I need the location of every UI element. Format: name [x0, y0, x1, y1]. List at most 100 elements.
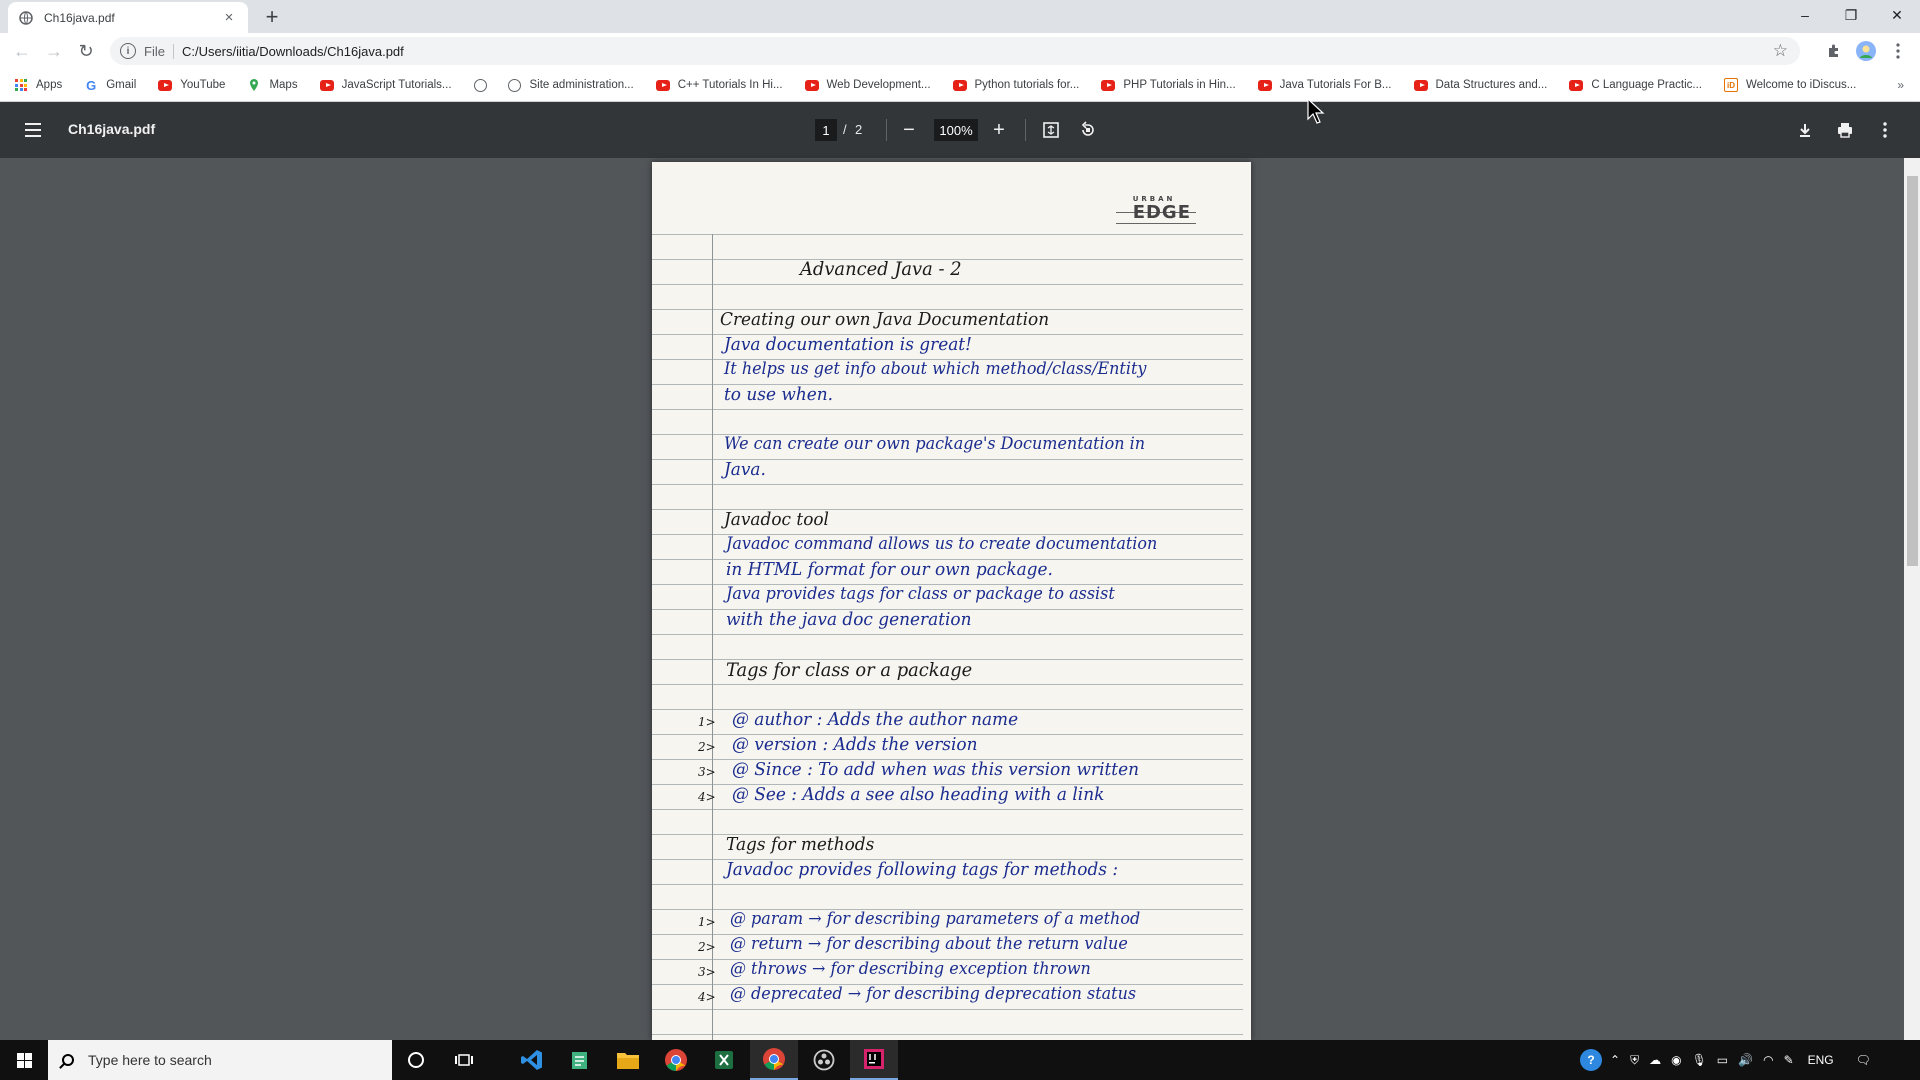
help-icon[interactable]: ? [1580, 1049, 1602, 1071]
fit-page-icon[interactable] [1039, 118, 1063, 142]
menu-icon[interactable] [25, 123, 41, 137]
file-explorer-icon[interactable] [604, 1040, 652, 1080]
extensions-icon[interactable] [1820, 38, 1848, 64]
tab-active[interactable]: Ch16java.pdf × [8, 2, 248, 33]
url-text[interactable]: C:/Users/iitia/Downloads/Ch16java.pdf [182, 44, 404, 59]
globe-icon [508, 78, 522, 92]
notebook-rule-line [652, 634, 1243, 635]
taskbar-search-box[interactable]: Type here to search [48, 1040, 392, 1080]
profile-avatar[interactable] [1852, 38, 1880, 64]
browser-menu-icon[interactable] [1884, 38, 1912, 64]
volume-icon[interactable]: 🔊 [1738, 1053, 1753, 1067]
chrome-active-icon[interactable] [750, 1040, 798, 1080]
youtube-icon [1257, 78, 1272, 92]
note-line: Javadoc provides following tags for meth… [726, 859, 1119, 880]
language-indicator[interactable]: ENG [1808, 1053, 1834, 1067]
address-bar[interactable]: i File C:/Users/iitia/Downloads/Ch16java… [110, 37, 1800, 65]
security-icon[interactable]: ⛨ [1630, 1053, 1639, 1068]
microphone-icon[interactable]: 🎙 [1692, 1053, 1707, 1067]
download-icon[interactable] [1793, 118, 1817, 142]
bookmark-web-development[interactable]: Web Development... [804, 78, 931, 92]
note-line: with the java doc generation [726, 609, 972, 630]
notebook-rule-line [652, 1034, 1243, 1035]
excel-icon[interactable] [700, 1040, 748, 1080]
list-number: 3> [698, 765, 716, 779]
tab-strip: Ch16java.pdf × + – ❐ ✕ [0, 0, 1920, 33]
note-line: @ version : Adds the version [732, 734, 978, 755]
onedrive-icon[interactable]: ☁ [1649, 1053, 1661, 1067]
note-line: @ deprecated → for describing deprecatio… [730, 984, 1137, 1004]
youtube-icon [1413, 78, 1428, 92]
bookmark-c-language[interactable]: C Language Practic... [1569, 78, 1702, 92]
close-window-button[interactable]: ✕ [1874, 0, 1920, 30]
page-number-input[interactable]: 1 [815, 119, 837, 141]
google-icon: G [86, 77, 97, 93]
note-line: @ param → for describing parameters of a… [730, 909, 1141, 929]
bookmark-idiscuss[interactable]: iD Welcome to iDiscus... [1723, 78, 1856, 92]
back-button[interactable]: ← [8, 38, 36, 64]
new-tab-button[interactable]: + [258, 3, 286, 31]
restore-button[interactable]: ❐ [1828, 0, 1874, 30]
zoom-level-input[interactable]: 100% [934, 119, 978, 141]
pdf-page: URBAN EDGE Advanced Java - 2 Creating ou… [652, 162, 1251, 1040]
note-title: Advanced Java - 2 [800, 258, 962, 280]
chrome-tray-icon[interactable]: ◉ [1671, 1053, 1681, 1067]
bookmark-data-structures[interactable]: Data Structures and... [1413, 78, 1547, 92]
tab-close-icon[interactable]: × [220, 9, 238, 26]
bookmark-star-icon[interactable]: ☆ [1773, 41, 1788, 61]
bookmark-cpp-tutorials[interactable]: C++ Tutorials In Hi... [655, 78, 783, 92]
notebook-rule-line [652, 884, 1243, 885]
notebook-rule-line [652, 1009, 1243, 1010]
search-placeholder: Type here to search [88, 1052, 212, 1068]
intellij-icon[interactable] [850, 1040, 898, 1080]
forward-button[interactable]: → [40, 38, 68, 64]
pen-icon[interactable]: ✎ [1784, 1053, 1794, 1067]
chrome-icon[interactable] [652, 1040, 700, 1080]
zoom-out-button[interactable]: − [897, 118, 921, 142]
task-view-icon[interactable] [440, 1040, 488, 1080]
bookmark-java-tutorials[interactable]: Java Tutorials For B... [1257, 78, 1392, 92]
bookmark-globe[interactable] [474, 78, 496, 92]
apps-grid-icon [14, 78, 28, 92]
wifi-icon[interactable]: ◠ [1763, 1053, 1773, 1067]
bookmark-php-tutorials[interactable]: PHP Tutorials in Hin... [1101, 78, 1236, 92]
bookmark-python-tutorials[interactable]: Python tutorials for... [952, 78, 1079, 92]
list-number: 4> [698, 790, 716, 804]
idiscuss-icon: iD [1723, 78, 1738, 92]
rotate-icon[interactable] [1076, 118, 1100, 142]
bookmark-gmail[interactable]: G Gmail [84, 77, 136, 93]
more-options-icon[interactable] [1873, 118, 1897, 142]
tray-expand-icon[interactable]: ⌃ [1610, 1053, 1620, 1067]
bookmarks-bar: Apps G Gmail YouTube Maps JavaScript Tut… [0, 69, 1920, 102]
print-icon[interactable] [1833, 118, 1857, 142]
battery-icon[interactable]: ▭ [1717, 1053, 1728, 1067]
bookmarks-overflow-icon[interactable]: » [1897, 78, 1904, 92]
windows-start-button[interactable] [0, 1040, 48, 1080]
tab-title: Ch16java.pdf [44, 10, 115, 25]
bookmark-javascript-tutorials[interactable]: JavaScript Tutorials... [319, 78, 452, 92]
notebook-rule-line [652, 809, 1243, 810]
toolbar-divider [886, 119, 887, 141]
vscode-icon[interactable] [508, 1040, 556, 1080]
note-heading: Javadoc tool [724, 509, 829, 530]
obs-icon[interactable] [800, 1040, 848, 1080]
notifications-icon[interactable]: 🗨 [1856, 1053, 1871, 1067]
minimize-button[interactable]: – [1782, 0, 1828, 30]
youtube-icon [655, 78, 670, 92]
note-line: @ See : Adds a see also heading with a l… [732, 784, 1105, 805]
site-info-icon[interactable]: i [120, 43, 136, 59]
bookmark-apps[interactable]: Apps [14, 78, 62, 92]
bookmark-maps[interactable]: Maps [247, 78, 298, 92]
mouse-cursor-icon [1307, 98, 1325, 124]
bookmark-youtube[interactable]: YouTube [158, 78, 225, 92]
youtube-icon [952, 78, 967, 92]
page-separator: / [843, 122, 847, 137]
zoom-in-button[interactable]: + [987, 118, 1011, 142]
reload-button[interactable]: ↻ [72, 38, 100, 64]
notepad-icon[interactable] [556, 1040, 604, 1080]
globe-icon [474, 78, 488, 92]
cortana-icon[interactable] [392, 1040, 440, 1080]
note-line: Java documentation is great! [724, 334, 972, 355]
scrollbar-thumb[interactable] [1907, 176, 1918, 566]
bookmark-site-administration[interactable]: Site administration... [508, 78, 634, 92]
